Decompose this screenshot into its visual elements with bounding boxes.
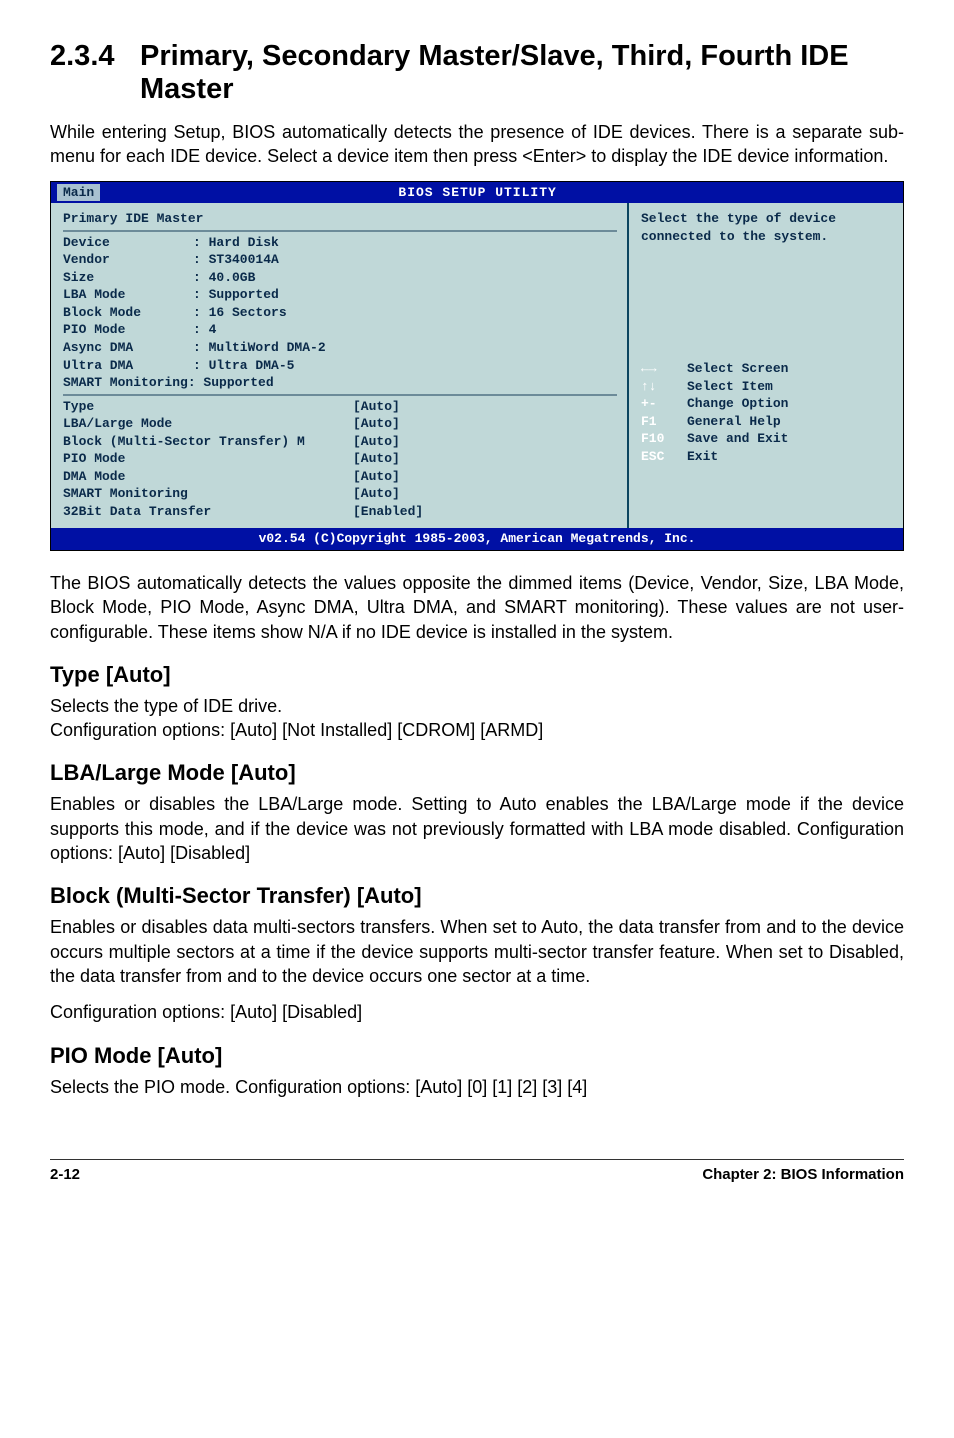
bios-info-label: Block Mode [63, 304, 193, 322]
block-body-1: Enables or disables data multi-sectors t… [50, 915, 904, 988]
bios-key-row: +-Change Option [641, 395, 893, 413]
bios-option-value: [Auto] [353, 415, 400, 433]
bios-key: ESC [641, 448, 687, 466]
bios-option-label: Block (Multi-Sector Transfer) M [63, 433, 353, 451]
bios-info-value: : ST340014A [193, 251, 279, 269]
bios-option-label: LBA/Large Mode [63, 415, 353, 433]
bios-option-row: Type[Auto] [63, 398, 617, 416]
bios-info-row: Size: 40.0GB [63, 269, 617, 287]
bios-info-label: LBA Mode [63, 286, 193, 304]
bios-key-text: Select Screen [687, 360, 788, 378]
bios-divider-mid [63, 394, 617, 396]
bios-info-row: SMART Monitoring: Supported [63, 374, 617, 392]
bios-option-value: [Auto] [353, 468, 400, 486]
page-number: 2-12 [50, 1166, 80, 1183]
type-heading: Type [Auto] [50, 662, 904, 688]
bios-key: ←→ [641, 360, 687, 378]
bios-option-label: SMART Monitoring [63, 485, 353, 503]
bios-info-label: Async DMA [63, 339, 193, 357]
section-number: 2.3.4 [50, 40, 140, 106]
bios-right-pane: Select the type of device connected to t… [629, 203, 903, 528]
bios-option-row: LBA/Large Mode[Auto] [63, 415, 617, 433]
type-body-2: Configuration options: [Auto] [Not Insta… [50, 718, 904, 742]
bios-key-row: F10Save and Exit [641, 430, 893, 448]
bios-info-value: : 16 Sectors [193, 304, 287, 322]
page-footer: 2-12 Chapter 2: BIOS Information [50, 1159, 904, 1183]
bios-option-value: [Enabled] [353, 503, 423, 521]
pio-heading: PIO Mode [Auto] [50, 1043, 904, 1069]
bios-key-text: General Help [687, 413, 781, 431]
bios-tab-main: Main [57, 184, 100, 201]
bios-key: F1 [641, 413, 687, 431]
bios-body: Primary IDE Master Device: Hard Disk Ven… [51, 203, 903, 528]
bios-option-value: [Auto] [353, 433, 400, 451]
bios-screen-title: Primary IDE Master [63, 210, 617, 228]
bios-info-row: Block Mode: 16 Sectors [63, 304, 617, 322]
lba-heading: LBA/Large Mode [Auto] [50, 760, 904, 786]
bios-divider-top [63, 230, 617, 232]
bios-info-value: : Hard Disk [193, 234, 279, 252]
bios-info-row: LBA Mode: Supported [63, 286, 617, 304]
bios-key-text: Select Item [687, 378, 773, 396]
bios-info-row: Device: Hard Disk [63, 234, 617, 252]
intro-paragraph: While entering Setup, BIOS automatically… [50, 120, 904, 169]
bios-key-row: F1General Help [641, 413, 893, 431]
section-heading: 2.3.4 Primary, Secondary Master/Slave, T… [50, 40, 904, 106]
bios-info-row: Ultra DMA: Ultra DMA-5 [63, 357, 617, 375]
bios-info-label: Ultra DMA [63, 357, 193, 375]
bios-info-row: Async DMA: MultiWord DMA-2 [63, 339, 617, 357]
bios-footer: v02.54 (C)Copyright 1985-2003, American … [51, 528, 903, 550]
bios-option-label: PIO Mode [63, 450, 353, 468]
bios-info-label: SMART Monitoring: Supported [63, 374, 274, 392]
type-body-1: Selects the type of IDE drive. [50, 694, 904, 718]
bios-info-label: Size [63, 269, 193, 287]
block-heading: Block (Multi-Sector Transfer) [Auto] [50, 883, 904, 909]
bios-info-value: : 40.0GB [193, 269, 255, 287]
bios-key-text: Save and Exit [687, 430, 788, 448]
bios-title-text: BIOS SETUP UTILITY [112, 184, 843, 202]
section-title: Primary, Secondary Master/Slave, Third, … [140, 40, 904, 106]
bios-info-row: Vendor: ST340014A [63, 251, 617, 269]
bios-info-value: : Supported [193, 286, 279, 304]
bios-info-row: PIO Mode: 4 [63, 321, 617, 339]
bios-screenshot: Main BIOS SETUP UTILITY Primary IDE Mast… [50, 181, 904, 551]
bios-option-row: PIO Mode[Auto] [63, 450, 617, 468]
bios-info-value: : 4 [193, 321, 216, 339]
bios-key-text: Change Option [687, 395, 788, 413]
bios-option-label: Type [63, 398, 353, 416]
bios-option-row: 32Bit Data Transfer[Enabled] [63, 503, 617, 521]
bios-key: ↑↓ [641, 378, 687, 396]
bios-key-row: ESCExit [641, 448, 893, 466]
bios-info-label: Vendor [63, 251, 193, 269]
bios-key-row: ←→Select Screen [641, 360, 893, 378]
chapter-label: Chapter 2: BIOS Information [702, 1166, 904, 1183]
bios-key-text: Exit [687, 448, 718, 466]
bios-title-bar: Main BIOS SETUP UTILITY [51, 182, 903, 204]
after-bios-paragraph: The BIOS automatically detects the value… [50, 571, 904, 644]
bios-option-value: [Auto] [353, 398, 400, 416]
bios-key: F10 [641, 430, 687, 448]
bios-option-row: Block (Multi-Sector Transfer) M[Auto] [63, 433, 617, 451]
bios-left-pane: Primary IDE Master Device: Hard Disk Ven… [51, 203, 629, 528]
bios-option-value: [Auto] [353, 450, 400, 468]
lba-body: Enables or disables the LBA/Large mode. … [50, 792, 904, 865]
bios-info-label: Device [63, 234, 193, 252]
bios-info-label: PIO Mode [63, 321, 193, 339]
bios-option-row: SMART Monitoring[Auto] [63, 485, 617, 503]
bios-key-row: ↑↓Select Item [641, 378, 893, 396]
bios-key: +- [641, 395, 687, 413]
bios-info-value: : MultiWord DMA-2 [193, 339, 326, 357]
block-body-2: Configuration options: [Auto] [Disabled] [50, 1000, 904, 1024]
bios-option-label: DMA Mode [63, 468, 353, 486]
bios-help-text: Select the type of device connected to t… [641, 210, 893, 245]
bios-info-value: : Ultra DMA-5 [193, 357, 294, 375]
bios-option-label: 32Bit Data Transfer [63, 503, 353, 521]
bios-option-value: [Auto] [353, 485, 400, 503]
bios-option-row: DMA Mode[Auto] [63, 468, 617, 486]
pio-body: Selects the PIO mode. Configuration opti… [50, 1075, 904, 1099]
